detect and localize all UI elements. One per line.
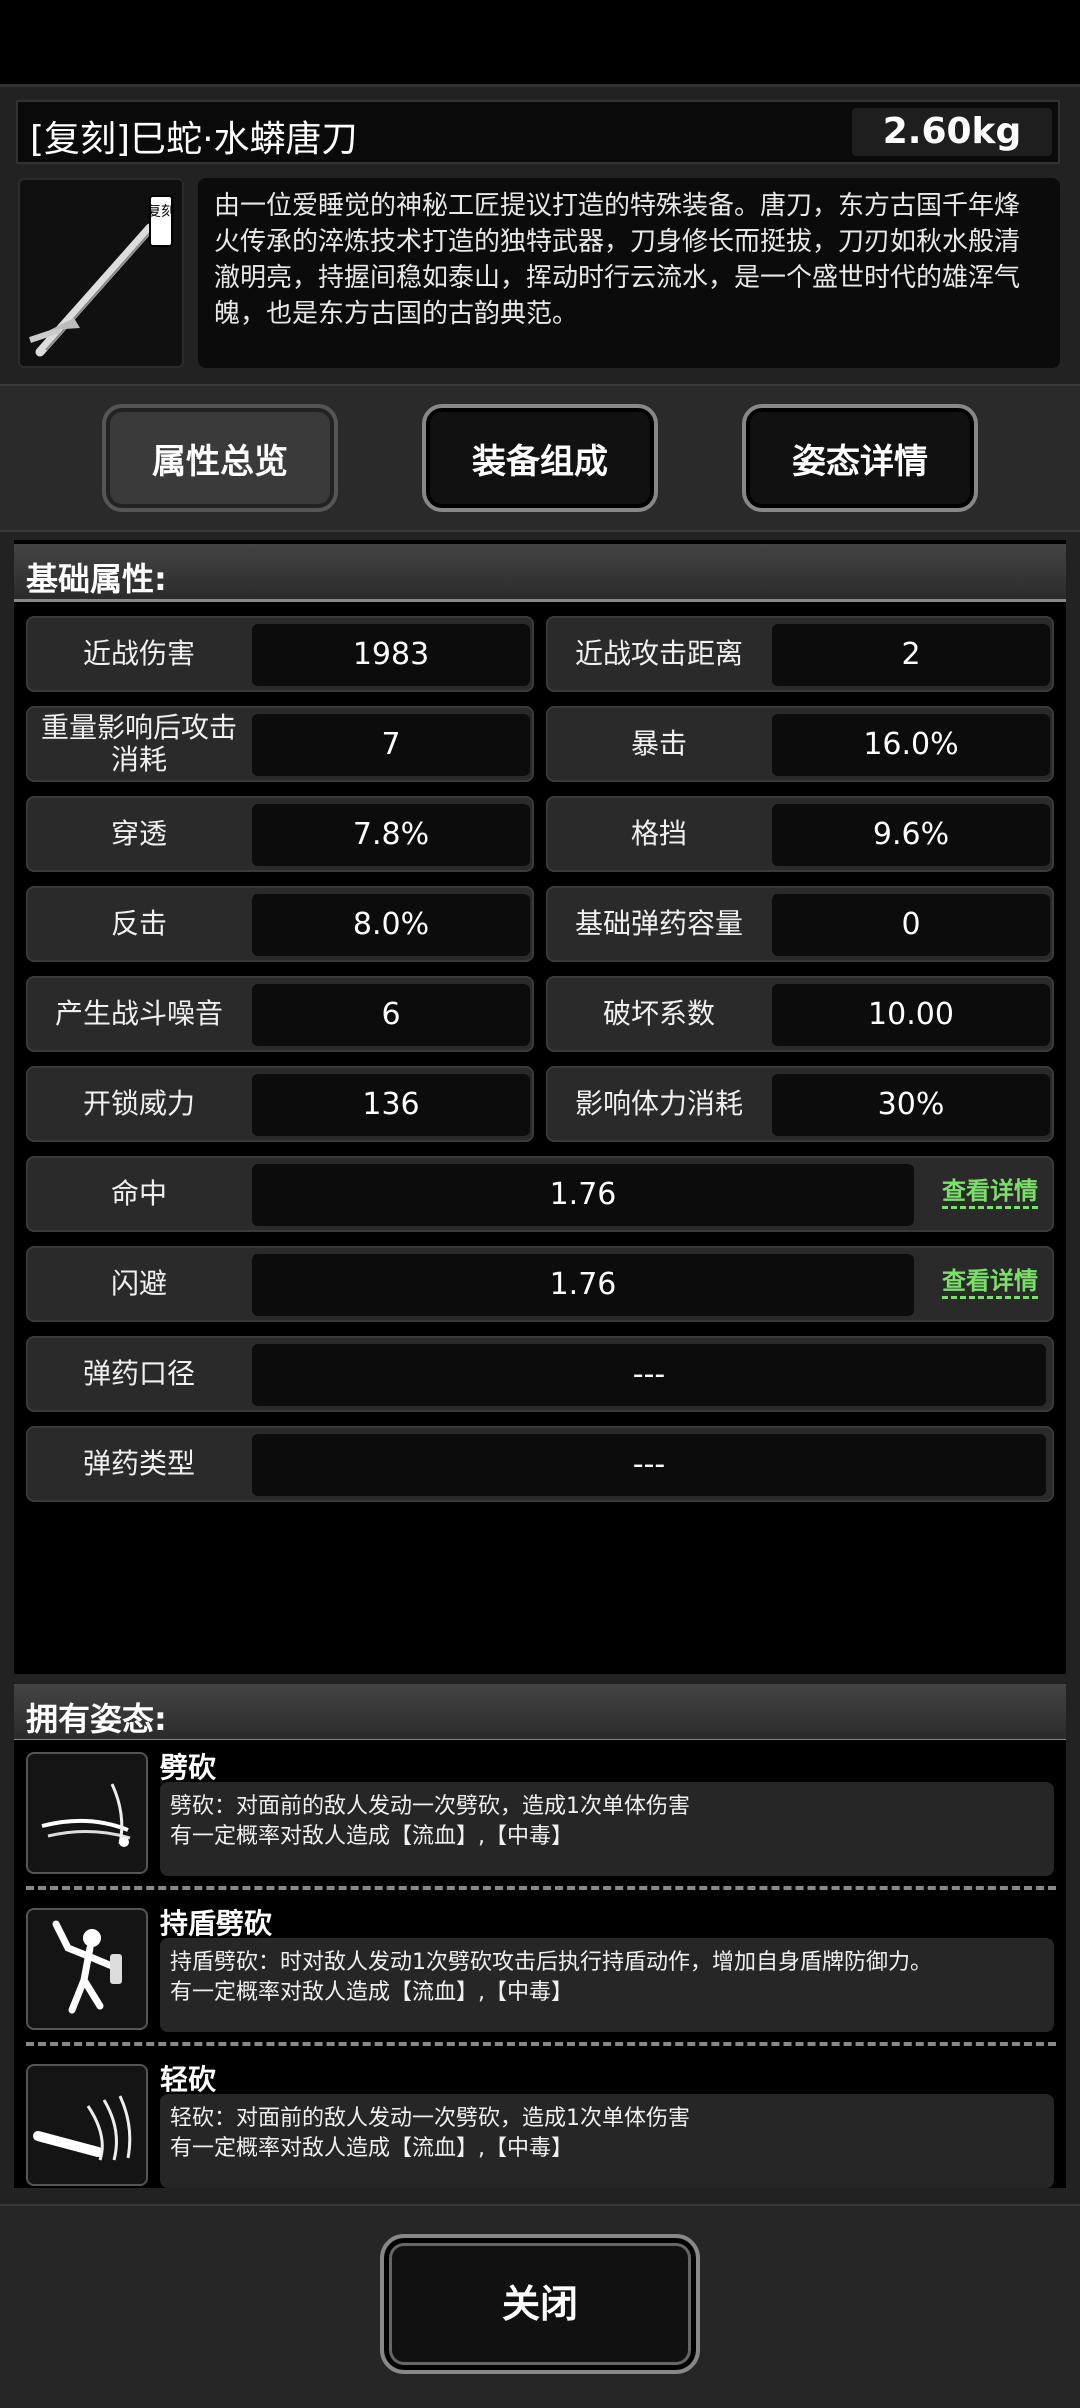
attribute-label: 弹药口径 — [82, 1357, 195, 1390]
stance-desc-line: 有一定概率对敌人造成【流血】,【中毒】 — [170, 1824, 573, 1849]
stance-list: 劈砍 劈砍：对面前的敌人发动一次劈砍，造成1次单体伤害 有一定概率对敌人造成【流… — [14, 1740, 1066, 2188]
tab-equipment-composition[interactable]: 装备组成 — [422, 404, 658, 512]
stance-desc-line: 有一定概率对敌人造成【流血】,【中毒】 — [170, 2136, 573, 2161]
attribute-label: 近战攻击距离 — [574, 637, 743, 670]
stance-desc-line: 持盾劈砍：时对敌人发动1次劈砍攻击后执行持盾动作，增加自身盾牌防御力。 — [170, 1950, 932, 1975]
attribute-cell-wide: 命中 1.76 查看详情 — [26, 1156, 1054, 1232]
divider — [26, 1886, 1056, 1890]
stance-description: 轻砍：对面前的敌人发动一次劈砍，造成1次单体伤害 有一定概率对敌人造成【流血】,… — [160, 2094, 1054, 2188]
stance-name: 劈砍 — [160, 1751, 217, 1784]
attribute-label: 影响体力消耗 — [574, 1087, 743, 1120]
attribute-value: --- — [252, 1434, 1046, 1496]
stance-item[interactable]: 持盾劈砍 持盾劈砍：时对敌人发动1次劈砍攻击后执行持盾动作，增加自身盾牌防御力。… — [14, 1896, 1066, 2046]
attribute-value: 1.76 — [252, 1254, 914, 1316]
stance-desc-line: 有一定概率对敌人造成【流血】,【中毒】 — [170, 1980, 573, 2005]
item-title-bar: [复刻]巳蛇·水蟒唐刀 2.60kg — [16, 100, 1060, 164]
attribute-value: --- — [252, 1344, 1046, 1406]
attribute-label: 弹药类型 — [82, 1447, 195, 1480]
attribute-cell: 格挡 9.6% — [546, 796, 1054, 872]
attribute-value: 136 — [252, 1074, 530, 1136]
weapon-image: 复刻 — [18, 178, 184, 368]
tab-attribute-overview[interactable]: 属性总览 — [102, 404, 338, 512]
attribute-label: 反击 — [110, 907, 167, 940]
attribute-value: 30% — [772, 1074, 1050, 1136]
view-details-link[interactable]: 查看详情 — [942, 1176, 1038, 1209]
stance-name: 持盾劈砍 — [160, 1907, 273, 1940]
attribute-cell: 暴击 16.0% — [546, 706, 1054, 782]
attribute-value: 7 — [252, 714, 530, 776]
divider — [26, 2042, 1056, 2046]
attribute-cell: 近战伤害 1983 — [26, 616, 534, 692]
attribute-value: 9.6% — [772, 804, 1050, 866]
attribute-value: 16.0% — [772, 714, 1050, 776]
reprint-badge: 复刻 — [147, 203, 175, 220]
stance-description: 劈砍：对面前的敌人发动一次劈砍，造成1次单体伤害 有一定概率对敌人造成【流血】,… — [160, 1782, 1054, 1876]
attribute-value: 2 — [772, 624, 1050, 686]
attribute-cell: 近战攻击距离 2 — [546, 616, 1054, 692]
attribute-cell: 反击 8.0% — [26, 886, 534, 962]
attribute-value: 1.76 — [252, 1164, 914, 1226]
attribute-cell: 重量影响后攻击消耗 7 — [26, 706, 534, 782]
item-name: [复刻]巳蛇·水蟒唐刀 — [30, 119, 358, 160]
attribute-cell: 穿透 7.8% — [26, 796, 534, 872]
attribute-label: 近战伤害 — [82, 637, 195, 670]
item-description: 由一位爱睡觉的神秘工匠提议打造的特殊装备。唐刀，东方古国千年烽火传承的淬炼技术打… — [198, 178, 1060, 368]
attribute-label: 产生战斗噪音 — [54, 997, 223, 1030]
attribute-label: 暴击 — [630, 727, 687, 760]
attribute-cell: 破坏系数 10.00 — [546, 976, 1054, 1052]
attribute-label: 重量影响后攻击消耗 — [40, 711, 237, 776]
attribute-cell: 基础弹药容量 0 — [546, 886, 1054, 962]
attribute-cell-wide: 闪避 1.76 查看详情 — [26, 1246, 1054, 1322]
attribute-value: 8.0% — [252, 894, 530, 956]
attribute-value: 1983 — [252, 624, 530, 686]
stance-name: 轻砍 — [160, 2063, 217, 2096]
stance-item[interactable]: 轻砍 轻砍：对面前的敌人发动一次劈砍，造成1次单体伤害 有一定概率对敌人造成【流… — [14, 2052, 1066, 2202]
item-weight: 2.60kg — [852, 108, 1052, 156]
attribute-label: 破坏系数 — [602, 997, 715, 1030]
attribute-cell-wide: 弹药口径 --- — [26, 1336, 1054, 1412]
attribute-label: 穿透 — [110, 817, 167, 850]
stance-item[interactable]: 劈砍 劈砍：对面前的敌人发动一次劈砍，造成1次单体伤害 有一定概率对敌人造成【流… — [14, 1740, 1066, 1890]
view-details-link[interactable]: 查看详情 — [942, 1266, 1038, 1299]
light-slash-icon — [26, 2064, 148, 2186]
attribute-label: 命中 — [110, 1177, 167, 1210]
attribute-cell: 影响体力消耗 30% — [546, 1066, 1054, 1142]
attribute-value: 10.00 — [772, 984, 1050, 1046]
attribute-cell: 开锁威力 136 — [26, 1066, 534, 1142]
base-attributes-heading: 基础属性: — [14, 544, 1066, 602]
close-button[interactable]: 关闭 — [380, 2234, 700, 2374]
stances-heading: 拥有姿态: — [14, 1684, 1066, 1742]
stance-desc-line: 劈砍：对面前的敌人发动一次劈砍，造成1次单体伤害 — [170, 1794, 690, 1819]
attribute-value: 6 — [252, 984, 530, 1046]
shield-slash-figure-icon — [26, 1908, 148, 2030]
attribute-label: 基础弹药容量 — [574, 907, 743, 940]
tab-stance-details[interactable]: 姿态详情 — [742, 404, 978, 512]
attribute-value: 7.8% — [252, 804, 530, 866]
attribute-value: 0 — [772, 894, 1050, 956]
attribute-label: 开锁威力 — [82, 1087, 195, 1120]
stance-desc-line: 轻砍：对面前的敌人发动一次劈砍，造成1次单体伤害 — [170, 2106, 690, 2131]
attribute-label: 格挡 — [630, 817, 687, 850]
attribute-cell-wide: 弹药类型 --- — [26, 1426, 1054, 1502]
stance-description: 持盾劈砍：时对敌人发动1次劈砍攻击后执行持盾动作，增加自身盾牌防御力。 有一定概… — [160, 1938, 1054, 2032]
attribute-cell: 产生战斗噪音 6 — [26, 976, 534, 1052]
slash-icon — [26, 1752, 148, 1874]
attribute-label: 闪避 — [110, 1267, 167, 1300]
